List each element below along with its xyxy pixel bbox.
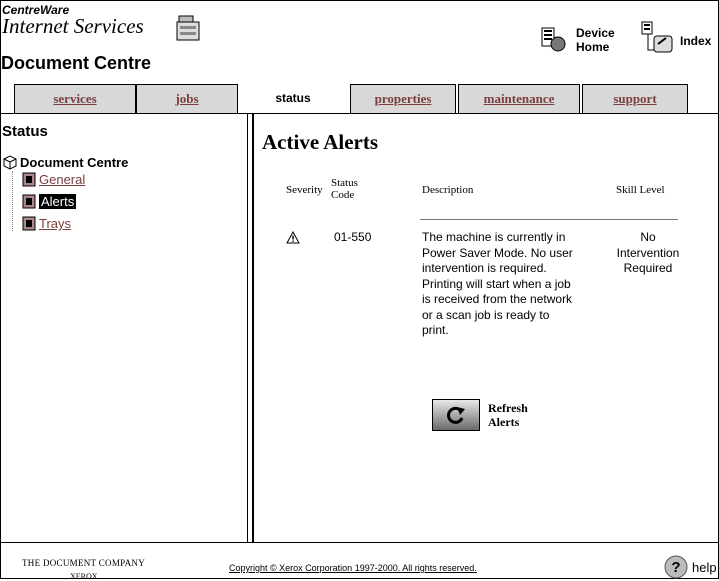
tab-status[interactable]: status bbox=[246, 84, 340, 112]
sidebar-root-label: Document Centre bbox=[20, 154, 129, 170]
sidebar-item-general[interactable]: General bbox=[22, 172, 85, 187]
device-home-label-2: Home bbox=[576, 40, 610, 54]
divider bbox=[252, 114, 254, 542]
printer-icon bbox=[176, 15, 200, 41]
sidebar-item-label[interactable]: Trays bbox=[39, 216, 71, 231]
xerox-logo: XEROX bbox=[70, 572, 98, 581]
col-description: Description bbox=[422, 184, 474, 196]
tab-support[interactable]: support bbox=[582, 84, 688, 113]
skill-line: Intervention bbox=[616, 245, 680, 260]
desc-line: intervention is required. bbox=[422, 261, 547, 275]
sidebar-item-label[interactable]: Alerts bbox=[39, 194, 77, 209]
tab-bar: services jobs status properties maintena… bbox=[0, 80, 719, 114]
tree-connector bbox=[12, 171, 13, 231]
index-icon bbox=[641, 21, 673, 53]
desc-line: is received from the network bbox=[422, 292, 573, 306]
refresh-button[interactable] bbox=[432, 399, 480, 431]
index-label: Index bbox=[680, 34, 712, 48]
sidebar-item-trays[interactable]: Trays bbox=[22, 216, 71, 231]
status-code: 01-550 bbox=[334, 230, 372, 244]
company-name: THE DOCUMENT COMPANY bbox=[22, 558, 146, 568]
brand-header: CentreWare Internet Services Document Ce… bbox=[0, 0, 250, 80]
main-content: Active Alerts Severity Status Code Descr… bbox=[252, 114, 718, 542]
tab-properties[interactable]: properties bbox=[350, 84, 456, 113]
col-status-2: Code bbox=[331, 189, 355, 201]
refresh-label-2: Alerts bbox=[488, 415, 520, 429]
footer: THE DOCUMENT COMPANY XEROX Copyright © X… bbox=[0, 542, 719, 581]
brand-line2: Internet Services bbox=[2, 14, 144, 38]
col-skill: Skill Level bbox=[616, 184, 665, 196]
svg-text:?: ? bbox=[671, 559, 680, 576]
refresh-label[interactable]: Refresh Alerts bbox=[488, 401, 528, 429]
refresh-icon bbox=[447, 406, 465, 424]
skill-line: No bbox=[640, 230, 656, 244]
sidebar-title: Status bbox=[2, 123, 48, 140]
col-status-1: Status bbox=[331, 177, 358, 189]
sidebar-root[interactable]: Document Centre bbox=[2, 154, 128, 170]
tab-maintenance[interactable]: maintenance bbox=[458, 84, 580, 113]
skill-line: Required bbox=[623, 261, 673, 275]
warning-icon bbox=[286, 231, 300, 244]
document-icon bbox=[22, 194, 36, 209]
status-sidebar: Status Document Centre General Alerts Tr… bbox=[0, 114, 248, 542]
header-rule bbox=[420, 219, 678, 220]
desc-line: or a scan job is ready to bbox=[422, 307, 550, 322]
index-link[interactable]: Index bbox=[640, 21, 718, 62]
device-home-label-1: Device bbox=[576, 26, 615, 40]
package-icon bbox=[3, 155, 17, 170]
skill-level: No Intervention Required bbox=[616, 230, 680, 277]
device-title: Document Centre bbox=[1, 53, 152, 73]
tab-services[interactable]: services bbox=[14, 84, 136, 113]
device-home-icon bbox=[541, 27, 566, 52]
desc-line: Power Saver Mode. No user bbox=[422, 245, 573, 260]
help-label: help bbox=[692, 559, 717, 575]
help-link[interactable]: ? help bbox=[664, 555, 717, 579]
col-severity: Severity bbox=[286, 184, 323, 196]
sidebar-item-label[interactable]: General bbox=[39, 172, 85, 187]
page-title: Active Alerts bbox=[262, 130, 379, 154]
desc-line: The machine is currently in bbox=[422, 230, 566, 244]
refresh-label-1: Refresh bbox=[488, 401, 528, 415]
document-icon bbox=[22, 172, 36, 187]
document-icon bbox=[22, 216, 36, 231]
copyright-link[interactable]: Copyright © Xerox Corporation 1997-2000.… bbox=[229, 563, 477, 573]
device-home-link[interactable]: Device Home bbox=[540, 22, 630, 62]
desc-line: Printing will start when a job bbox=[422, 276, 571, 291]
alert-description: The machine is currently in Power Saver … bbox=[422, 230, 612, 339]
tab-jobs[interactable]: jobs bbox=[136, 84, 238, 113]
help-icon: ? bbox=[664, 555, 688, 579]
sidebar-item-alerts[interactable]: Alerts bbox=[22, 194, 77, 209]
desc-line: print. bbox=[422, 323, 449, 337]
